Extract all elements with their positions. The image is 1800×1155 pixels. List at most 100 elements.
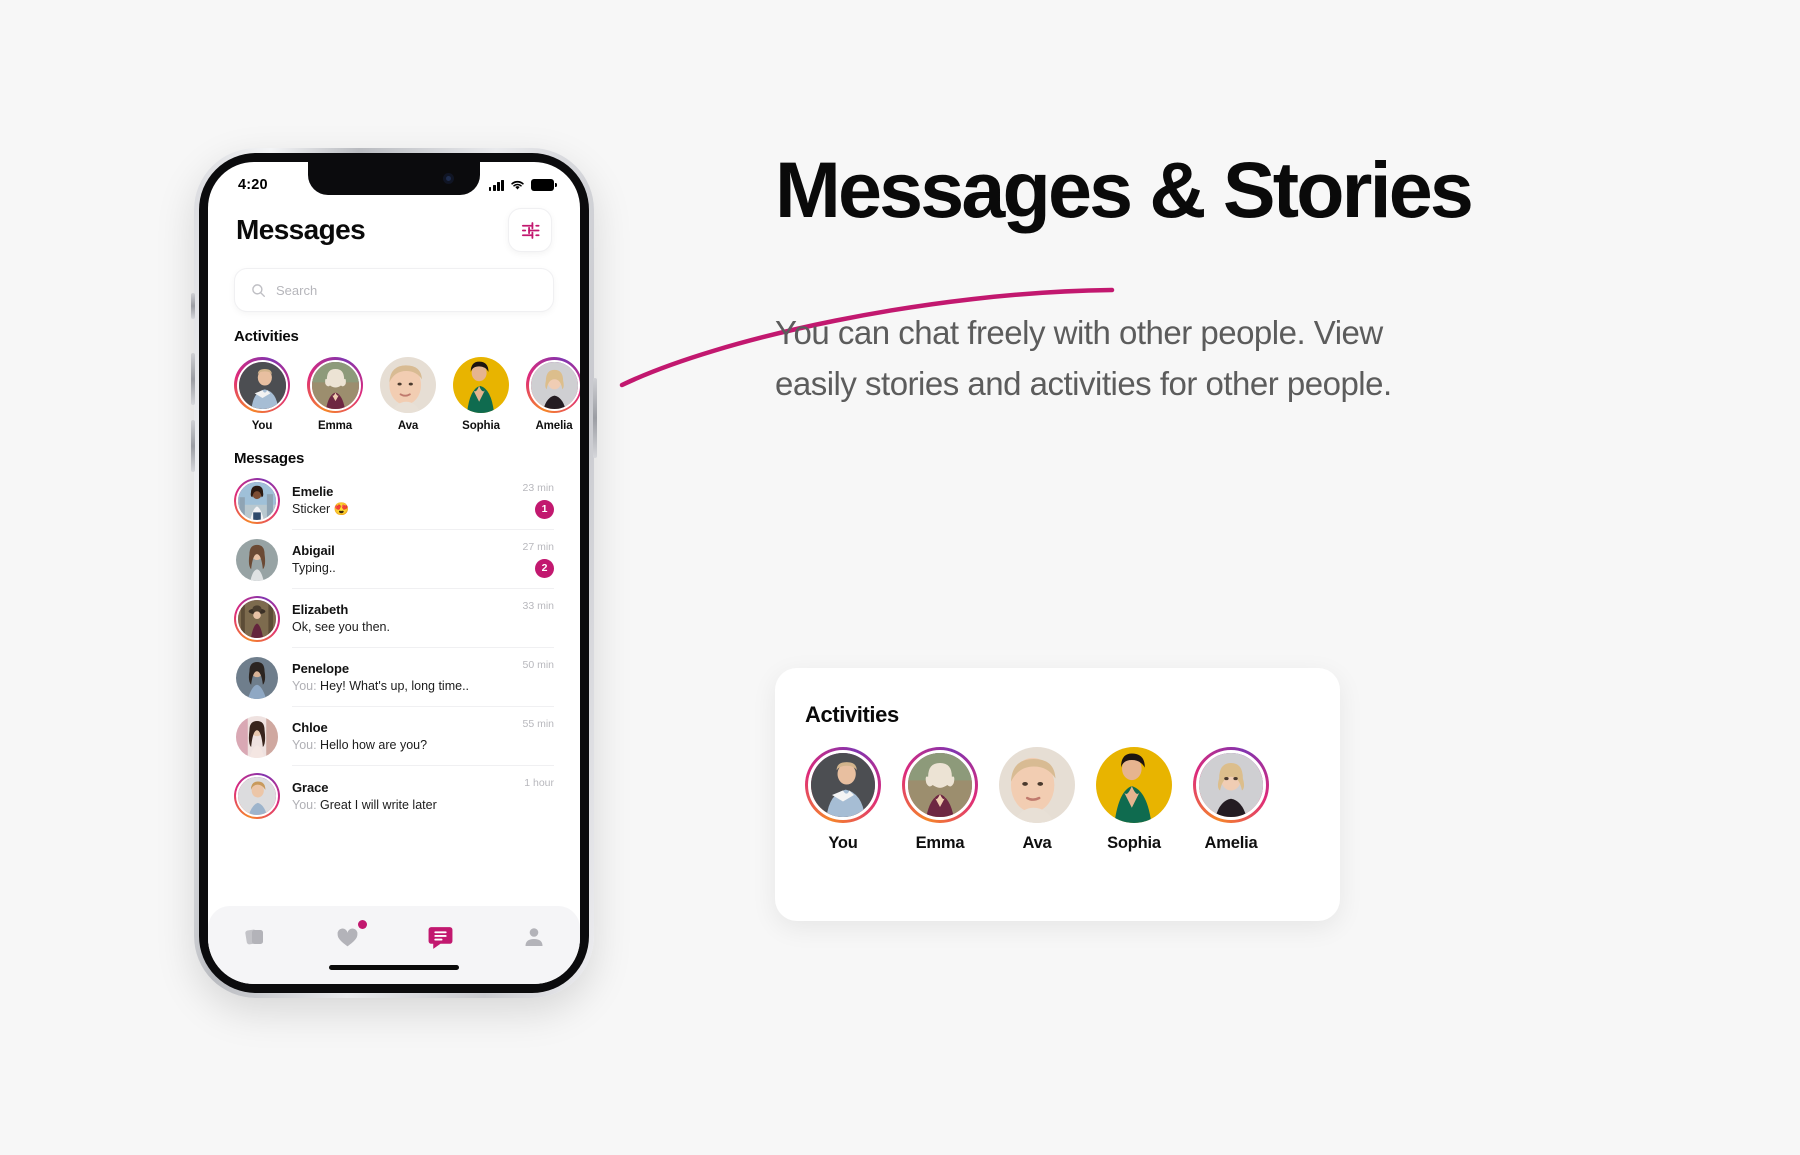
message-row[interactable]: Abigail Typing.. 27 min 2 bbox=[208, 530, 580, 589]
photo-woman-city-skyline bbox=[238, 481, 276, 520]
activity-item-amelia[interactable]: Amelia bbox=[526, 357, 580, 432]
message-sender-name: Emelie bbox=[292, 483, 334, 499]
message-preview: Typing.. bbox=[292, 561, 502, 575]
card-activity-label: You bbox=[828, 834, 858, 852]
photo-woman-blue-scarf bbox=[236, 656, 278, 699]
avatar bbox=[528, 359, 580, 411]
headline: Messages & Stories bbox=[775, 145, 1474, 234]
activity-label: You bbox=[251, 420, 273, 432]
phone-power-button[interactable] bbox=[593, 378, 597, 458]
nav-item-likes[interactable] bbox=[326, 920, 370, 954]
activity-item-you[interactable]: You bbox=[234, 357, 290, 432]
card-activity-ava[interactable]: Ava bbox=[999, 747, 1075, 853]
avatar-no-story bbox=[1096, 747, 1172, 823]
activity-label: Amelia bbox=[535, 420, 573, 432]
nav-item-profile[interactable] bbox=[512, 920, 556, 954]
phone-silence-switch[interactable] bbox=[191, 293, 195, 319]
message-row[interactable]: Chloe You: Hello how are you? 55 min bbox=[208, 707, 580, 766]
message-texts: Abigail Typing.. bbox=[292, 543, 502, 575]
avatar-no-story bbox=[380, 357, 436, 413]
message-you-prefix: You: bbox=[292, 738, 321, 752]
card-activity-sophia[interactable]: Sophia bbox=[1096, 747, 1172, 853]
avatar bbox=[453, 357, 509, 413]
message-texts: Elizabeth Ok, see you then. bbox=[292, 602, 502, 634]
activities-card-strip[interactable]: You Emma Ava Sophia Amelia bbox=[805, 747, 1310, 853]
photo-woman-short-hair-denim bbox=[238, 776, 276, 815]
message-sender-name: Abigail bbox=[292, 543, 335, 558]
nav-item-messages-active[interactable] bbox=[419, 920, 463, 954]
photo-blonde-woman-field bbox=[311, 361, 359, 409]
message-row[interactable]: Grace You: Great I will write later 1 ho… bbox=[208, 766, 580, 825]
message-meta: 23 min 1 bbox=[502, 482, 554, 519]
message-sender-name: Elizabeth bbox=[292, 602, 349, 617]
message-list[interactable]: Emelie Sticker 😍 23 min 1 Abigail Typing… bbox=[208, 467, 580, 825]
message-preview-text: Sticker 😍 bbox=[292, 501, 350, 516]
message-sender-name: Grace bbox=[292, 779, 329, 795]
message-timestamp: 23 min bbox=[522, 481, 554, 494]
card-activity-you[interactable]: You bbox=[805, 747, 881, 853]
message-texts: Chloe You: Hello how are you? bbox=[292, 720, 502, 752]
message-meta: 27 min 2 bbox=[502, 541, 554, 578]
message-timestamp: 1 hour bbox=[524, 777, 554, 789]
avatar bbox=[236, 359, 288, 411]
app-header: Messages bbox=[208, 200, 580, 252]
photo-woman-forest-hat bbox=[238, 599, 276, 638]
message-content: Emelie Sticker 😍 23 min 1 bbox=[292, 471, 554, 530]
activities-card: Activities You Emma Ava Sophia Amelia bbox=[775, 668, 1340, 921]
cellular-signal-icon bbox=[488, 179, 504, 191]
message-avatar-story-ring bbox=[234, 772, 280, 819]
message-row[interactable]: Elizabeth Ok, see you then. 33 min bbox=[208, 589, 580, 648]
avatar bbox=[808, 750, 878, 820]
story-ring bbox=[526, 357, 580, 413]
message-meta: 50 min bbox=[502, 659, 554, 696]
avatar bbox=[1096, 747, 1172, 823]
message-preview: You: Hey! What's up, long time.. bbox=[292, 679, 502, 693]
photo-woman-green-dress-yellow-bg bbox=[1096, 747, 1172, 823]
story-ring bbox=[307, 357, 363, 413]
photo-blonde-woman-black-top bbox=[530, 361, 578, 409]
message-meta: 55 min bbox=[502, 718, 554, 755]
search-input[interactable]: Search bbox=[234, 268, 554, 312]
card-activity-emma[interactable]: Emma bbox=[902, 747, 978, 853]
message-content: Elizabeth Ok, see you then. 33 min bbox=[292, 589, 554, 648]
message-row[interactable]: Emelie Sticker 😍 23 min 1 bbox=[208, 471, 580, 530]
nav-item-cards[interactable] bbox=[233, 920, 277, 954]
card-activity-amelia[interactable]: Amelia bbox=[1193, 747, 1269, 853]
message-you-prefix: You: bbox=[292, 679, 321, 693]
activity-item-ava[interactable]: Ava bbox=[380, 357, 436, 432]
card-activity-label: Ava bbox=[1022, 834, 1052, 852]
message-texts: Penelope You: Hey! What's up, long time.… bbox=[292, 661, 502, 693]
avatar bbox=[236, 656, 278, 699]
avatar bbox=[905, 750, 975, 820]
card-activity-label: Sophia bbox=[1107, 834, 1161, 852]
message-preview-text: Hey! What's up, long time.. bbox=[320, 679, 470, 693]
right-content-panel: Messages & Stories You can chat freely w… bbox=[775, 150, 1705, 409]
message-sender-name: Penelope bbox=[292, 661, 349, 676]
message-timestamp: 33 min bbox=[522, 599, 554, 612]
heart-icon bbox=[337, 928, 358, 946]
activity-item-emma[interactable]: Emma bbox=[307, 357, 363, 432]
avatar bbox=[309, 359, 361, 411]
search-icon bbox=[252, 283, 266, 297]
message-texts: Emelie Sticker 😍 bbox=[292, 484, 502, 517]
message-preview-text: Hello how are you? bbox=[320, 738, 428, 752]
avatar bbox=[236, 479, 278, 522]
card-activity-label: Amelia bbox=[1204, 834, 1258, 852]
message-preview-text: Ok, see you then. bbox=[292, 620, 390, 634]
activities-strip[interactable]: You Emma Ava Sophia Amelia bbox=[208, 345, 580, 432]
story-ring bbox=[234, 357, 290, 413]
avatar bbox=[999, 747, 1075, 823]
message-row[interactable]: Penelope You: Hey! What's up, long time.… bbox=[208, 648, 580, 707]
unread-badge: 1 bbox=[535, 499, 554, 519]
bottom-navigation-bar[interactable] bbox=[208, 906, 580, 984]
filter-button[interactable] bbox=[508, 208, 552, 252]
phone-volume-down-button[interactable] bbox=[191, 420, 195, 472]
activities-section-title: Activities bbox=[234, 328, 299, 345]
phone-volume-up-button[interactable] bbox=[191, 353, 195, 405]
badge-placeholder bbox=[502, 736, 554, 755]
message-avatar bbox=[234, 714, 280, 760]
message-avatar bbox=[234, 537, 280, 583]
page-title: Messages bbox=[236, 214, 366, 245]
activity-item-sophia[interactable]: Sophia bbox=[453, 357, 509, 432]
search-section: Search bbox=[208, 252, 580, 312]
